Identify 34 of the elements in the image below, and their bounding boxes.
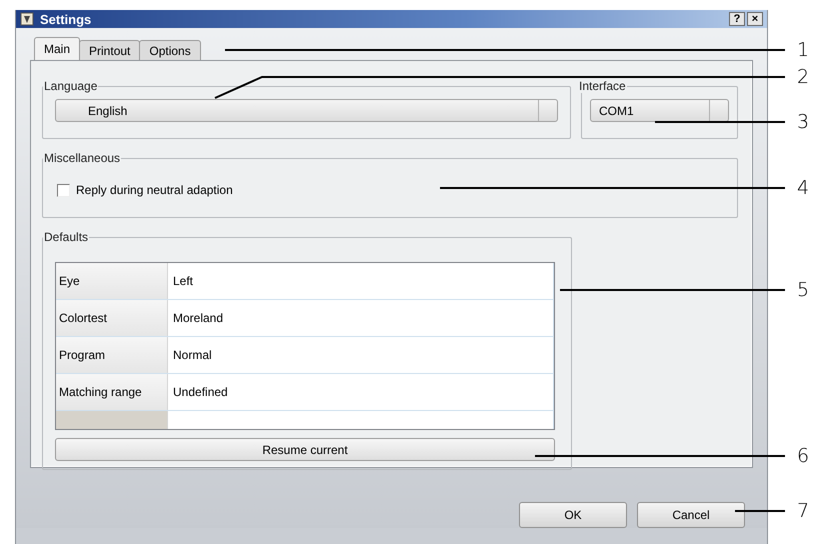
- language-dropdown[interactable]: English: [55, 99, 558, 122]
- table-cell[interactable]: Left: [168, 263, 554, 299]
- callout-number: 5: [797, 278, 810, 302]
- app-icon: [20, 12, 34, 26]
- cancel-button[interactable]: Cancel: [637, 502, 745, 528]
- help-button[interactable]: ?: [729, 12, 745, 26]
- callout-number: 3: [797, 110, 810, 134]
- callout-number: 2: [797, 65, 810, 89]
- callout-number: 7: [797, 499, 810, 523]
- callout-number: 6: [797, 444, 810, 468]
- tab[interactable]: Printout: [79, 40, 140, 60]
- resume-current-button[interactable]: Resume current: [55, 438, 555, 461]
- table-cell: Eye: [56, 263, 168, 299]
- tab[interactable]: Main: [34, 37, 80, 60]
- interface-dropdown[interactable]: COM1: [590, 99, 729, 122]
- table-cell: Program: [56, 337, 168, 373]
- group-label: Miscellaneous: [43, 151, 122, 165]
- ok-button[interactable]: OK: [519, 502, 627, 528]
- checkbox[interactable]: [57, 184, 70, 196]
- close-button[interactable]: ×: [747, 12, 763, 26]
- group-label: Language: [43, 79, 98, 93]
- tab[interactable]: Options: [139, 40, 201, 60]
- table-cell: Colortest: [56, 300, 168, 336]
- table-cell[interactable]: Undefined: [168, 374, 554, 410]
- checkbox-label: Reply during neutral adaption: [76, 183, 233, 197]
- callout-number: 4: [797, 176, 810, 200]
- table-cell[interactable]: Normal: [168, 337, 554, 373]
- group-label: Defaults: [43, 230, 90, 244]
- table-cell[interactable]: Moreland: [168, 300, 554, 336]
- leader-line: [735, 510, 785, 512]
- table-cell: Matching range: [56, 374, 168, 410]
- window-title: Settings: [40, 12, 92, 26]
- group-label: Interface: [578, 79, 627, 93]
- callout-number: 1: [797, 38, 810, 62]
